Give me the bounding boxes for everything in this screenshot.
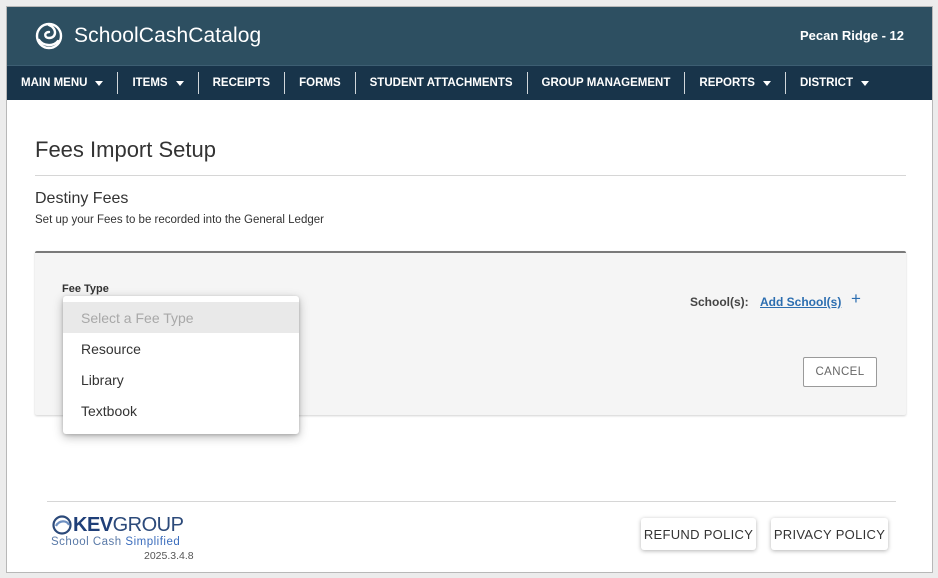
app-logo[interactable]: SchoolCashCatalog xyxy=(35,22,261,50)
fee-type-dropdown-menu: Select a Fee Type Resource Library Textb… xyxy=(63,296,299,434)
app-header: SchoolCashCatalog Pecan Ridge - 12 xyxy=(7,7,932,65)
nav-student-attachments[interactable]: STUDENT ATTACHMENTS xyxy=(356,72,528,94)
schools-label: School(s): xyxy=(690,295,749,309)
school-name[interactable]: Pecan Ridge - 12 xyxy=(800,28,904,43)
tagline-main: School Cash xyxy=(51,536,126,548)
fee-type-label: Fee Type xyxy=(62,283,109,295)
tagline-accent: Simplified xyxy=(125,536,181,548)
plus-icon[interactable]: + xyxy=(851,290,861,307)
privacy-policy-button[interactable]: PRIVACY POLICY xyxy=(771,518,888,550)
cancel-button[interactable]: CANCEL xyxy=(803,357,877,387)
nav-label: RECEIPTS xyxy=(212,77,271,89)
nav-label: GROUP MANAGEMENT xyxy=(541,77,671,89)
version-label: 2025.3.4.8 xyxy=(144,550,194,562)
nav-reports[interactable]: REPORTS xyxy=(685,72,786,94)
kevgroup-logo: KEVGROUP School Cash Simplified xyxy=(51,514,184,548)
nav-group-management[interactable]: GROUP MANAGEMENT xyxy=(528,72,686,94)
dropdown-option-library[interactable]: Library xyxy=(63,364,299,395)
nav-district[interactable]: DISTRICT xyxy=(786,72,883,94)
caret-down-icon xyxy=(175,80,184,86)
dropdown-placeholder-option[interactable]: Select a Fee Type xyxy=(63,302,299,333)
add-school-link[interactable]: Add School(s) xyxy=(760,295,841,309)
nav-items[interactable]: ITEMS xyxy=(118,72,199,94)
nav-forms[interactable]: FORMS xyxy=(285,72,356,94)
section-subtitle: Set up your Fees to be recorded into the… xyxy=(35,214,324,226)
nav-label: ITEMS xyxy=(132,77,168,89)
nav-label: FORMS xyxy=(299,77,341,89)
refund-policy-button[interactable]: REFUND POLICY xyxy=(641,518,756,550)
dropdown-option-textbook[interactable]: Textbook xyxy=(63,395,299,426)
nav-label: DISTRICT xyxy=(799,77,854,89)
nav-label: MAIN MENU xyxy=(21,77,88,89)
nav-label: REPORTS xyxy=(699,77,755,89)
app-window: SchoolCashCatalog Pecan Ridge - 12 MAIN … xyxy=(6,6,933,573)
nav-label: STUDENT ATTACHMENTS xyxy=(369,77,513,89)
caret-down-icon xyxy=(762,80,771,86)
nav-main-menu[interactable]: MAIN MENU xyxy=(7,72,119,94)
nav-receipts[interactable]: RECEIPTS xyxy=(199,72,286,94)
dropdown-option-resource[interactable]: Resource xyxy=(63,333,299,364)
footer-divider xyxy=(47,501,896,502)
brand-kev: KEV xyxy=(73,514,113,536)
page-title: Fees Import Setup xyxy=(35,137,906,176)
app-title: SchoolCashCatalog xyxy=(74,24,262,47)
page-content: Fees Import Setup Destiny Fees Set up yo… xyxy=(35,137,906,226)
brand-group: GROUP xyxy=(112,514,184,536)
caret-down-icon xyxy=(861,80,870,86)
spiral-logo-icon xyxy=(35,22,63,50)
main-nav: MAIN MENU ITEMS RECEIPTS FORMS STUDENT A… xyxy=(7,65,932,100)
section-title: Destiny Fees xyxy=(35,190,129,207)
caret-down-icon xyxy=(95,80,104,86)
kev-swirl-icon xyxy=(51,515,73,535)
brand-tagline: School Cash Simplified xyxy=(51,536,183,548)
